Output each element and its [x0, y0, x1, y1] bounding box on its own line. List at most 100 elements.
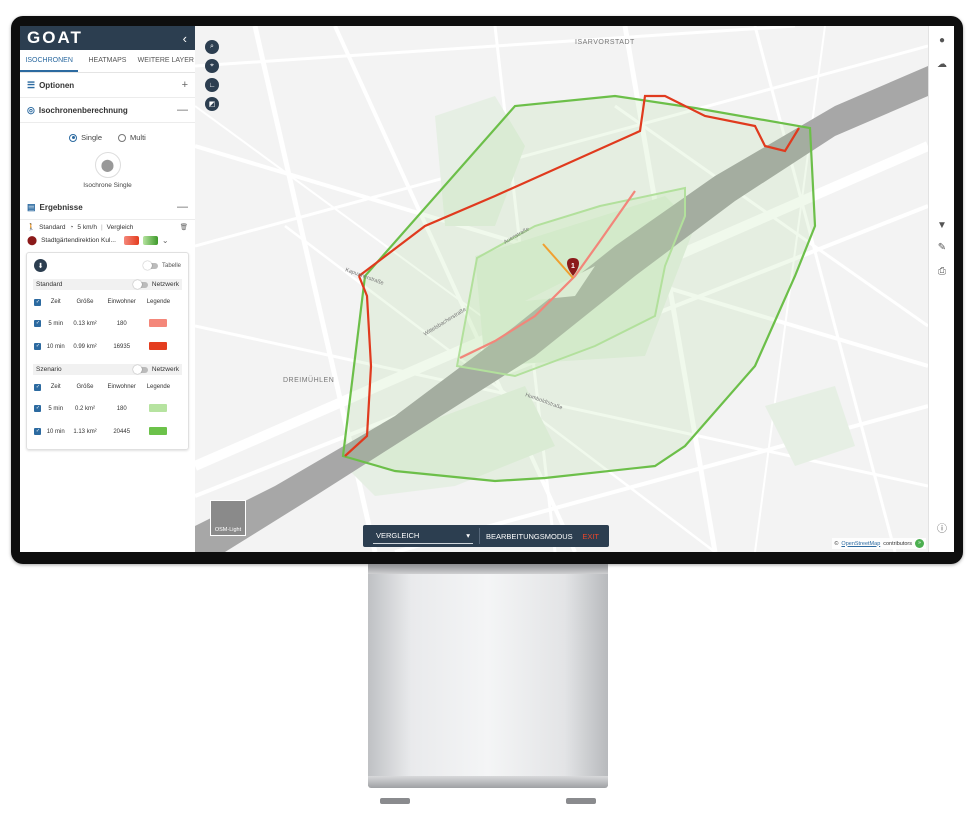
legend-swatch[interactable]: [149, 403, 168, 412]
basemap-switcher[interactable]: OSM-Light: [210, 500, 246, 536]
isochrone-calc-section-header[interactable]: ◎ Isochronenberechnung —: [20, 98, 195, 123]
collapse-minus-icon[interactable]: —: [177, 104, 188, 116]
table-header-row: ✓ Zeit Größe Einwohner Legende: [33, 377, 175, 397]
caret-down-icon: ▾: [466, 531, 470, 540]
comparison-select[interactable]: VERGLEICH ▾: [373, 528, 473, 544]
cell-pop: 20445: [113, 428, 131, 435]
expand-plus-icon[interactable]: +: [182, 79, 188, 91]
group-header-szenario: Szenario Netzwerk: [33, 364, 182, 375]
draw-polygon-icon[interactable]: ◩: [205, 97, 219, 111]
attribution-prefix: ©: [834, 540, 839, 547]
monitor-stand-base: [368, 776, 608, 788]
marker-number: 1: [571, 263, 575, 270]
radio-multi[interactable]: Multi: [118, 133, 146, 142]
legend-swatch[interactable]: [149, 318, 168, 327]
cell-size: 1.13 km²: [73, 428, 97, 435]
mode-label: Vergleich: [106, 223, 134, 231]
table-header-row: ✓ Zeit Größe Einwohner Legende: [33, 292, 175, 312]
stand-foot-left: [380, 798, 410, 804]
col-header: Zeit: [50, 299, 61, 305]
options-section-header[interactable]: ☰ Optionen +: [20, 73, 195, 98]
standard-color-swatch[interactable]: [123, 236, 139, 245]
speed-icon: ◔: [69, 223, 74, 231]
cell-time: 5 min: [48, 320, 64, 327]
stand-foot-right: [566, 798, 596, 804]
edit-mode-button[interactable]: BEARBEITUNGSMODUS: [486, 532, 573, 541]
edit-icon[interactable]: ✎: [929, 242, 954, 253]
mapbox-info-icon[interactable]: »: [915, 539, 924, 548]
sliders-icon: ☰: [27, 79, 36, 90]
print-icon[interactable]: ⎙: [929, 266, 954, 277]
netzwerk-toggle[interactable]: Netzwerk: [132, 364, 179, 374]
collapse-minus-icon[interactable]: —: [177, 201, 188, 213]
tab-isochronen[interactable]: ISOCHRONEN: [20, 50, 79, 72]
result-meta: 🚶 Standard ◔ 5 km/h | Vergleich 🗑: [20, 220, 195, 233]
isochrone-calc-title: Isochronenberechnung: [38, 105, 128, 115]
cell-legend[interactable]: [142, 397, 175, 420]
table-icon: ▤: [27, 201, 36, 212]
map-canvas[interactable]: 1 ISARVORSTADT DREIMÜHLEN Auenstraße Wit…: [195, 26, 928, 552]
measure-icon[interactable]: ∟: [205, 78, 219, 92]
attribution-suffix: contributors: [883, 540, 912, 547]
netzwerk-label: Netzwerk: [151, 281, 179, 288]
info-icon[interactable]: ⓘ: [929, 520, 954, 535]
cell-legend[interactable]: [142, 312, 175, 335]
speed-label: 5 km/h: [77, 223, 97, 231]
row-checkbox[interactable]: ✓: [33, 335, 43, 358]
row-checkbox[interactable]: ✓: [33, 397, 43, 420]
cell-legend[interactable]: [142, 420, 175, 443]
toggle-switch[interactable]: [132, 279, 148, 289]
table-row: ✓ 5 min 0.13 km² 180: [33, 312, 175, 335]
toggle-switch[interactable]: [132, 364, 148, 374]
search-icon[interactable]: ⌕: [205, 40, 219, 54]
col-header: Größe: [76, 299, 94, 305]
chevron-left-icon[interactable]: ‹: [183, 31, 187, 46]
walking-icon: 🚶: [27, 224, 36, 231]
osm-link[interactable]: OpenStreetMap: [841, 541, 880, 547]
cell-pop: 180: [116, 320, 127, 327]
app-logo: GOAT: [27, 28, 83, 47]
map-pin-icon[interactable]: ⬤: [94, 152, 121, 178]
radio-single[interactable]: Single: [69, 133, 102, 142]
map-attribution: © OpenStreetMap contributors »: [832, 538, 926, 549]
tab-weitere-layer[interactable]: WEITERE LAYER: [137, 50, 195, 72]
exit-button[interactable]: EXIT: [582, 532, 599, 541]
mode-radio-group: Single Multi: [20, 133, 195, 142]
marker-icon: ⬤: [27, 235, 38, 245]
cell-time: 10 min: [46, 428, 65, 435]
tab-heatmaps[interactable]: HEATMAPS: [78, 50, 136, 72]
checkbox-header-icon[interactable]: ✓: [33, 377, 43, 397]
scenario-color-swatch[interactable]: [142, 236, 158, 245]
cloud-icon[interactable]: ☁: [929, 59, 954, 70]
map-view[interactable]: 1 ISARVORSTADT DREIMÜHLEN Auenstraße Wit…: [195, 26, 928, 552]
right-toolbar: ● ☁ ▼ ✎ ⎙ ⓘ: [928, 26, 954, 552]
cell-legend[interactable]: [142, 335, 175, 358]
target-icon: ◎: [27, 104, 35, 115]
netzwerk-toggle[interactable]: Netzwerk: [132, 279, 179, 289]
row-checkbox[interactable]: ✓: [33, 312, 43, 335]
monitor-stand-neck: [368, 564, 608, 574]
row-checkbox[interactable]: ✓: [33, 420, 43, 443]
chevron-down-icon[interactable]: ⌄: [162, 236, 169, 245]
download-icon[interactable]: ⬇: [34, 259, 47, 272]
legend-swatch[interactable]: [149, 426, 168, 435]
col-header: Legende: [146, 299, 171, 305]
trash-icon[interactable]: 🗑: [180, 223, 188, 231]
netzwerk-label: Netzwerk: [151, 366, 179, 373]
radio-unselected-icon: [118, 133, 126, 142]
locate-icon[interactable]: ⌖: [205, 59, 219, 73]
isochrone-single-card[interactable]: ⬤ Isochrone Single: [63, 152, 153, 189]
results-section-header[interactable]: ▤ Ergebnisse —: [20, 195, 195, 220]
basemap-label: OSM-Light: [214, 527, 242, 533]
brand-bar: GOAT ‹: [20, 26, 195, 50]
filter-icon[interactable]: ▼: [929, 220, 954, 231]
panel-toolbar: ⬇ Tabelle: [27, 257, 188, 276]
legend-swatch[interactable]: [149, 341, 168, 350]
toggle-switch[interactable]: [142, 260, 158, 270]
tabelle-toggle[interactable]: Tabelle: [142, 260, 181, 270]
standard-results-table: ✓ Zeit Größe Einwohner Legende ✓ 5 min 0…: [33, 292, 175, 358]
checkbox-header-icon[interactable]: ✓: [33, 292, 43, 312]
result-item[interactable]: ⬤ Stadtgärtendirektion Kul... ⌄: [20, 233, 195, 250]
user-icon[interactable]: ●: [929, 35, 954, 46]
separator: |: [100, 223, 103, 231]
